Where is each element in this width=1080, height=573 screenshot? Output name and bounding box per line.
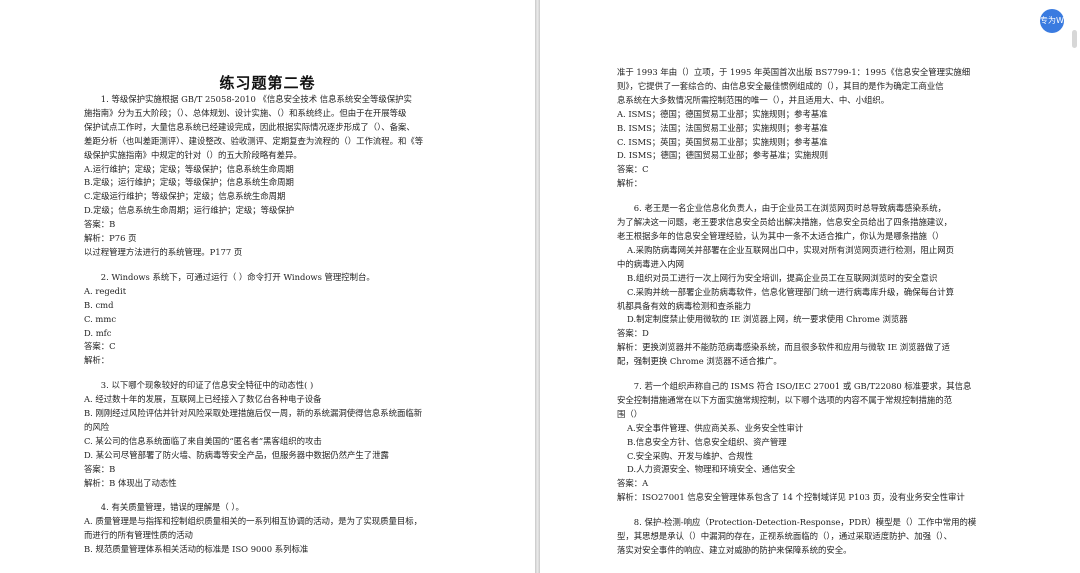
text-line: A. 质量管理是与指挥和控制组织质量相关的一系列相互协调的活动，是为了实现质量目…	[84, 516, 422, 527]
left-column-text: 1. 等级保护实施根据 GB/T 25058-2010 《信息安全技术 信息系统…	[84, 93, 461, 557]
text-line: 差距分析（也叫差距测评）、建设整改、验收测评、定期复查为流程的（）工作流程。和《…	[84, 135, 424, 146]
text-line: C. ISMS；英国；英国贸易工业部；实施规则；参考基准	[617, 136, 828, 147]
text-line: A.安全事件管理、供应商关系、业务安全性审计	[627, 422, 804, 433]
text-line: A.运行维护；定级；定级；等级保护；信息系统生命周期	[84, 163, 294, 174]
text-line: 为了解决这一问题，老王要求信息安全员给出解决措施，信息安全员给出了四条措施建议，	[617, 217, 952, 228]
text-line: D.定级；信息系统生命周期；运行维护；定级；等级保护	[84, 205, 295, 216]
text-line: B. ISMS；法国；法国贸易工业部；实施规则；参考基准	[617, 122, 828, 133]
text-line: 老王根据多年的信息安全管理经验，认为其中一条不太适合推广，你认为是哪条措施（）	[617, 230, 944, 241]
text-line: 4. 有关质量管理，错误的理解是（ ）。	[100, 502, 244, 513]
text-line: A.采购防病毒网关并部署在企业互联网出口中，实现对所有浏览网页进行检测，阻止网页	[627, 244, 954, 255]
text-line: 解析：	[617, 178, 643, 189]
text-line: B. cmd	[84, 299, 114, 310]
text-line: D. 某公司尽管部署了防火墙、防病毒等安全产品，但服务器中数据仍然产生了泄露	[84, 449, 389, 460]
text-line: 解析：B 体现出了动态性	[84, 477, 177, 488]
text-line: 答案：B	[84, 219, 116, 230]
text-line: 解析：P76 页	[84, 233, 137, 244]
text-line: 落实对安全事件的响应、建立对威胁的防护来保障系统的安全。	[617, 545, 852, 555]
text-line: 答案：B	[84, 463, 116, 474]
text-line: 准于 1993 年由（）立项，于 1995 年英国首次出版 BS7799-1：1…	[617, 67, 971, 77]
text-line: D.制定制度禁止使用微软的 IE 浏览器上网，统一要求使用 Chrome 浏览器	[627, 314, 908, 325]
text-line: 6. 老王是一名企业信息化负责人，由于企业员工在浏览网页时总导致病毒感染系统，	[633, 203, 946, 214]
text-line: B.信息安全方针、信息安全组织、资产管理	[627, 436, 787, 447]
text-line: C. 某公司的信息系统面临了来自美国的“匿名者”黑客组织的攻击	[84, 435, 322, 446]
text-line: 以过程管理方法进行的系统管理。P177 页	[84, 246, 243, 257]
text-line: A. ISMS；德国；德国贸易工业部；实施规则；参考基准	[617, 108, 828, 119]
text-line: D. ISMS；德国；德国贸易工业部；参考基准；实施规则	[617, 150, 828, 161]
text-line: 3. 以下哪个现象较好的印证了信息安全特征中的动态性( )	[100, 380, 314, 391]
document-page-left: 练习题第二卷 1. 等级保护实施根据 GB/T 25058-2010 《信息安全…	[0, 0, 535, 573]
text-line: D. mfc	[84, 327, 112, 338]
text-line: 保护试点工作时，大量信息系统已经建设完成，因此根据实际情况逐步形成了（）、备案、	[84, 121, 415, 132]
text-line: B. 刚刚经过风险评估并针对风险采取处理措施后仅一周，新的系统漏洞使得信息系统面…	[84, 408, 423, 419]
text-line: B. 规范质量管理体系相关活动的标准是 ISO 9000 系列标准	[84, 544, 309, 555]
text-line: 答案：A	[617, 478, 649, 489]
text-line: 解析：ISO27001 信息安全管理体系包含了 14 个控制域详见 P103 页…	[617, 492, 965, 503]
text-line: 配，强制更换 Chrome 浏览器不适合推广。	[617, 356, 782, 367]
right-column-text: 准于 1993 年由（）立项，于 1995 年英国首次出版 BS7799-1：1…	[617, 66, 995, 558]
text-line: D.人力资源安全、物理和环境安全、通信安全	[627, 464, 796, 475]
text-line: C.安全采购、开发与维护、合规性	[627, 450, 754, 461]
text-line: 2. Windows 系统下，可通过运行（ ）命令打开 Windows 管理控制…	[100, 271, 375, 282]
page-title: 练习题第二卷	[219, 74, 316, 92]
scrollbar-thumb[interactable]	[1072, 30, 1077, 48]
text-line: 中的病毒进入内网	[617, 258, 684, 269]
text-line: 8. 保护-检测-响应（Protection-Detection-Respons…	[633, 517, 977, 528]
text-line: 息系统在大多数情况所需控制范围的唯一（），并且适用大、中、小组织。	[617, 94, 890, 105]
text-line: 机都具备有效的病毒检测和查杀能力	[617, 300, 751, 311]
text-line: 安全控制措施通常在以下方面实施常规控制，以下哪个选项的内容不属于常规控制措施的范	[617, 394, 952, 405]
text-line: A. regedit	[84, 285, 127, 296]
translate-badge-button[interactable]: 专为W	[1040, 9, 1064, 33]
text-line: 施指南》分为五大阶段；（）、总体规划、设计实施、（）和系统终止。但由于在开展等级	[84, 107, 407, 118]
text-line: 答案：D	[617, 328, 649, 339]
text-line: 答案：C	[617, 164, 649, 175]
text-line: B.定级；运行维护；定级；等级保护；信息系统生命周期	[84, 177, 294, 188]
text-line: 围（）	[617, 408, 643, 419]
text-line: 答案：C	[84, 341, 116, 352]
text-line: C.采购并统一部署企业防病毒软件，信息化管理部门统一进行病毒库升级，确保每台计算	[627, 286, 955, 297]
text-line: 解析：更换浏览器并不能防范病毒感染系统，而且很多软件和应用与微软 IE 浏览器做…	[617, 342, 950, 353]
text-line: 而进行的所有管理性质的活动	[84, 530, 193, 541]
text-line: A. 经过数十年的发展，互联网上已经接入了数亿台各种电子设备	[84, 394, 322, 405]
text-line: 的风险	[84, 421, 110, 432]
text-line: C. mmc	[84, 313, 117, 324]
text-line: 级保护实施指南》中规定的针对（）的五大阶段略有差异。	[84, 149, 302, 160]
text-line: 7. 若一个组织声称自己的 ISMS 符合 ISO/IEC 27001 或 GB…	[633, 381, 972, 392]
document-page-right: 准于 1993 年由（）立项，于 1995 年英国首次出版 BS7799-1：1…	[540, 0, 1080, 573]
text-line: C.定级运行维护；等级保护；定级；信息系统生命周期	[84, 191, 286, 202]
text-line: 解析：	[84, 355, 110, 366]
text-line: 1. 等级保护实施根据 GB/T 25058-2010 《信息安全技术 信息系统…	[100, 94, 412, 104]
text-line: 则》，它提供了一套综合的、由信息安全最佳惯例组成的（），其目的是作为确定工商业信	[617, 80, 944, 91]
text-line: 型，其思想是承认（）中漏洞的存在，正视系统面临的（），通过采取适度防护、加强（）…	[617, 531, 952, 542]
text-line: B.组织对员工进行一次上网行为安全培训，提高企业员工在互联网浏览时的安全意识	[627, 272, 938, 283]
